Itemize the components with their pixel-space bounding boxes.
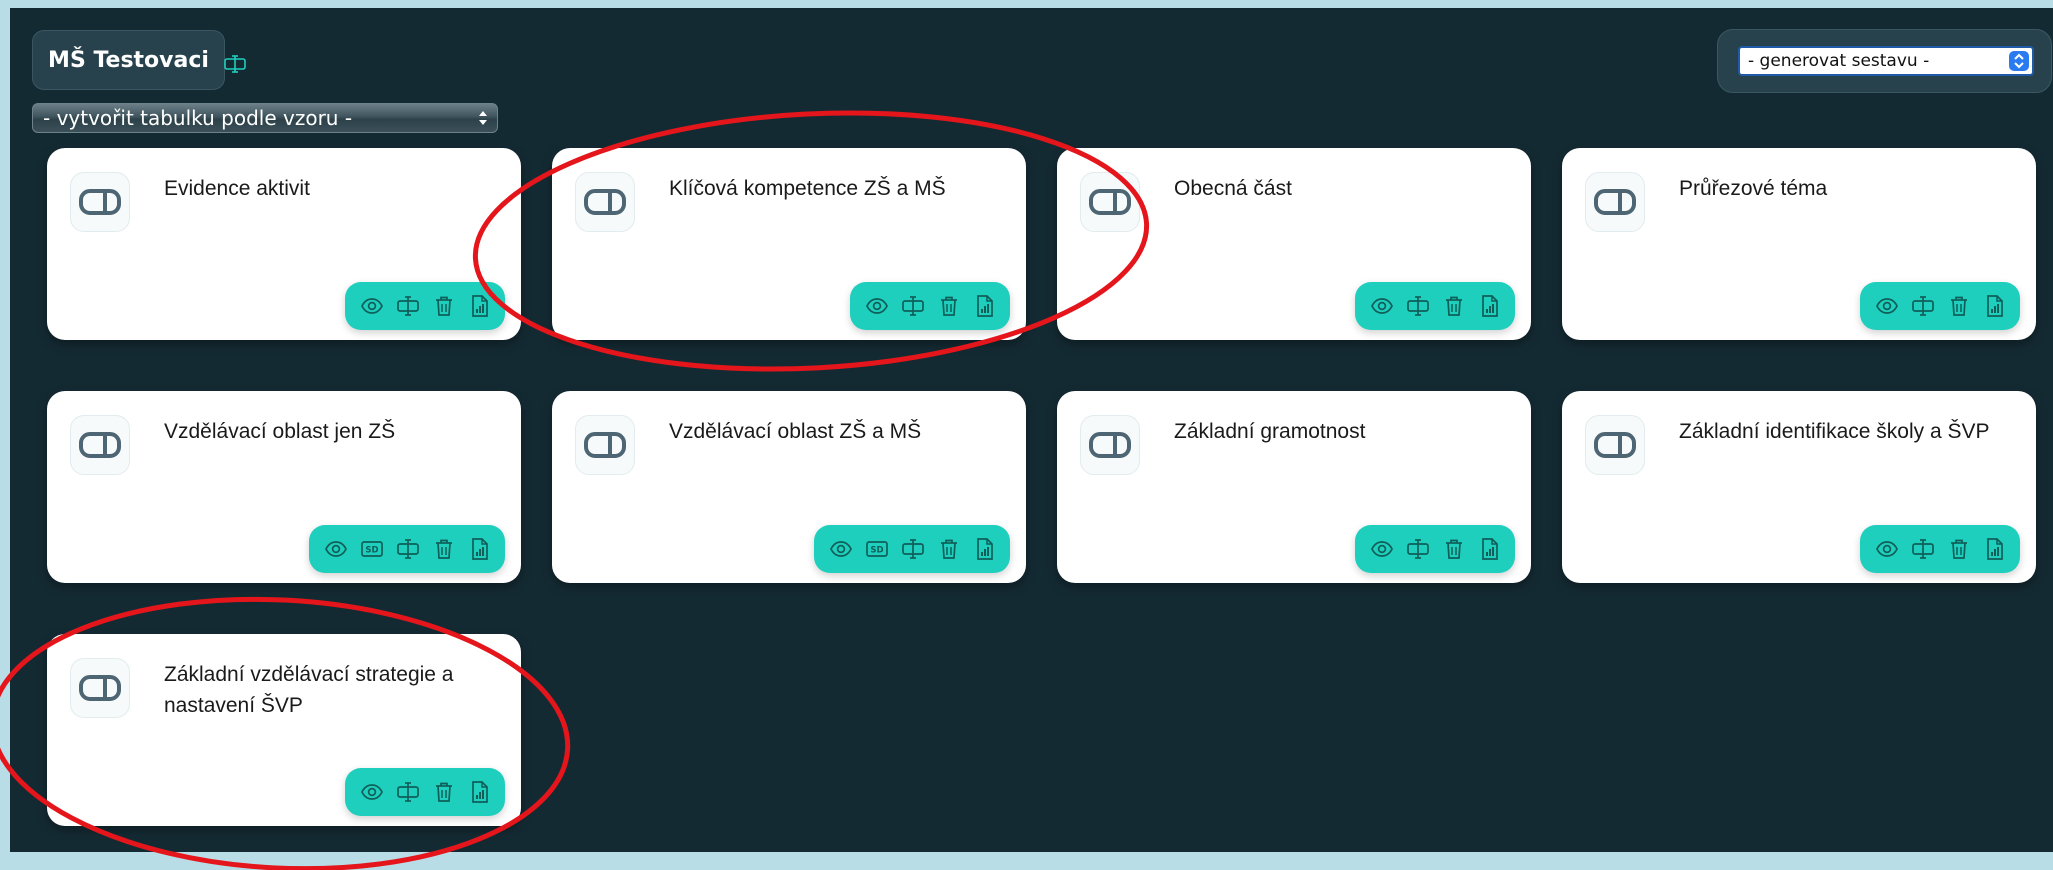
table-card[interactable]: Základní identifikace školy a ŠVP xyxy=(1562,391,2036,583)
eye-icon[interactable] xyxy=(359,779,385,805)
table-icon xyxy=(70,415,130,475)
trash-icon[interactable] xyxy=(936,536,962,562)
rename-icon[interactable] xyxy=(900,293,926,319)
trash-icon[interactable] xyxy=(1946,293,1972,319)
table-card[interactable]: Průřezové téma xyxy=(1562,148,2036,340)
table-icon xyxy=(1585,415,1645,475)
card-title[interactable]: Základní vzdělávací strategie a nastaven… xyxy=(164,659,504,721)
card-action-toolbar xyxy=(1355,282,1515,330)
table-card[interactable]: Klíčová kompetence ZŠ a MŠ xyxy=(552,148,1026,340)
rename-icon[interactable] xyxy=(223,55,247,73)
sd-icon[interactable]: SD xyxy=(359,536,385,562)
card-title[interactable]: Základní gramotnost xyxy=(1174,416,1514,447)
chart-file-icon[interactable] xyxy=(1982,536,2008,562)
card-title[interactable]: Evidence aktivit xyxy=(164,173,504,204)
card-title[interactable]: Základní identifikace školy a ŠVP xyxy=(1679,416,2019,447)
table-icon xyxy=(1080,172,1140,232)
eye-icon[interactable] xyxy=(1874,536,1900,562)
eye-icon[interactable] xyxy=(864,293,890,319)
rename-icon[interactable] xyxy=(1910,536,1936,562)
eye-icon[interactable] xyxy=(828,536,854,562)
trash-icon[interactable] xyxy=(431,536,457,562)
trash-icon[interactable] xyxy=(936,293,962,319)
card-action-toolbar: SD xyxy=(309,525,505,573)
school-name: MŠ Testovaci xyxy=(48,47,209,73)
chart-file-icon[interactable] xyxy=(1982,293,2008,319)
rename-icon[interactable] xyxy=(1405,293,1431,319)
rename-icon[interactable] xyxy=(1405,536,1431,562)
table-card[interactable]: Obecná část xyxy=(1057,148,1531,340)
eye-icon[interactable] xyxy=(1369,293,1395,319)
trash-icon[interactable] xyxy=(1441,293,1467,319)
card-action-toolbar xyxy=(345,768,505,816)
chevron-updown-icon xyxy=(2009,51,2029,71)
card-action-toolbar xyxy=(1860,525,2020,573)
rename-icon[interactable] xyxy=(395,293,421,319)
table-icon xyxy=(1080,415,1140,475)
card-title[interactable]: Průřezové téma xyxy=(1679,173,2019,204)
eye-icon[interactable] xyxy=(323,536,349,562)
chart-file-icon[interactable] xyxy=(467,536,493,562)
sd-label: SD xyxy=(870,546,883,556)
app-canvas: MŠ Testovaci - vytvořit tabulku podle vz… xyxy=(10,8,2053,852)
school-name-badge: MŠ Testovaci xyxy=(32,30,225,90)
table-icon xyxy=(575,172,635,232)
rename-icon[interactable] xyxy=(395,536,421,562)
chevron-updown-icon xyxy=(479,111,487,125)
card-title[interactable]: Vzdělávací oblast jen ZŠ xyxy=(164,416,504,447)
card-action-toolbar xyxy=(1355,525,1515,573)
table-card[interactable]: Základní gramotnost xyxy=(1057,391,1531,583)
sd-label: SD xyxy=(365,546,378,556)
sd-icon[interactable]: SD xyxy=(864,536,890,562)
eye-icon[interactable] xyxy=(1874,293,1900,319)
trash-icon[interactable] xyxy=(1946,536,1972,562)
card-action-toolbar xyxy=(345,282,505,330)
card-title[interactable]: Klíčová kompetence ZŠ a MŠ xyxy=(669,173,1009,204)
card-title[interactable]: Vzdělávací oblast ZŠ a MŠ xyxy=(669,416,1009,447)
report-select[interactable]: - generovat sestavu - xyxy=(1738,46,2034,76)
chart-file-icon[interactable] xyxy=(467,293,493,319)
table-icon xyxy=(1585,172,1645,232)
chart-file-icon[interactable] xyxy=(972,536,998,562)
card-action-toolbar: SD xyxy=(814,525,1010,573)
table-card[interactable]: Vzdělávací oblast ZŠ a MŠ SD xyxy=(552,391,1026,583)
template-select-value: - vytvořit tabulku podle vzoru - xyxy=(43,106,353,130)
eye-icon[interactable] xyxy=(359,293,385,319)
table-icon xyxy=(575,415,635,475)
trash-icon[interactable] xyxy=(1441,536,1467,562)
table-card[interactable]: Základní vzdělávací strategie a nastaven… xyxy=(47,634,521,826)
chart-file-icon[interactable] xyxy=(1477,293,1503,319)
card-action-toolbar xyxy=(850,282,1010,330)
eye-icon[interactable] xyxy=(1369,536,1395,562)
report-select-value: - generovat sestavu - xyxy=(1748,51,1930,71)
chart-file-icon[interactable] xyxy=(972,293,998,319)
rename-icon[interactable] xyxy=(900,536,926,562)
trash-icon[interactable] xyxy=(431,293,457,319)
rename-icon[interactable] xyxy=(395,779,421,805)
table-icon xyxy=(70,172,130,232)
card-action-toolbar xyxy=(1860,282,2020,330)
chart-file-icon[interactable] xyxy=(1477,536,1503,562)
table-card[interactable]: Evidence aktivit xyxy=(47,148,521,340)
table-icon xyxy=(70,658,130,718)
card-title[interactable]: Obecná část xyxy=(1174,173,1514,204)
chart-file-icon[interactable] xyxy=(467,779,493,805)
rename-icon[interactable] xyxy=(1910,293,1936,319)
template-select[interactable]: - vytvořit tabulku podle vzoru - xyxy=(32,103,498,133)
table-card[interactable]: Vzdělávací oblast jen ZŠ SD xyxy=(47,391,521,583)
trash-icon[interactable] xyxy=(431,779,457,805)
